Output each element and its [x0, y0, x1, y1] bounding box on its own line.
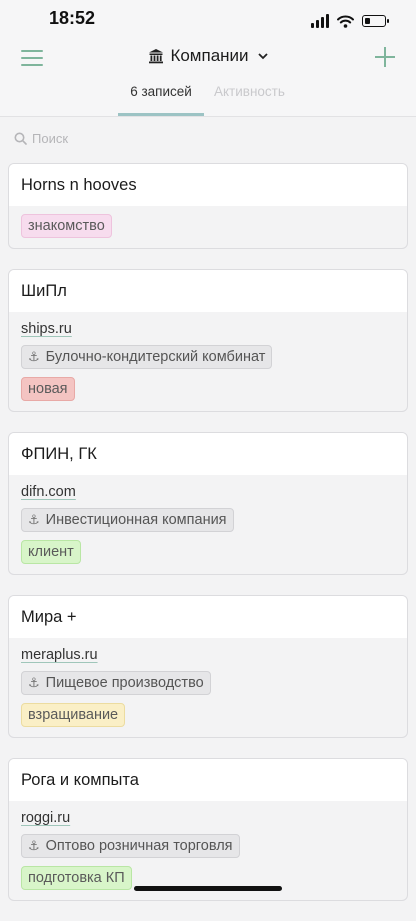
signal-icon: [311, 14, 329, 28]
tabs: 6 записей Активность: [0, 84, 416, 116]
industry-chip: ⚓ Булочно-кондитерский комбинат: [21, 345, 273, 369]
industry-label: Булочно-кондитерский комбинат: [45, 349, 266, 365]
company-domain-link[interactable]: roggi.ru: [21, 810, 70, 826]
search-input[interactable]: Поиск: [14, 131, 68, 146]
search-icon: [14, 132, 27, 145]
industry-chip: ⚓ Пищевое производство: [21, 671, 211, 695]
industry-label: Пищевое производство: [45, 675, 204, 691]
search-placeholder: Поиск: [32, 131, 69, 146]
page-title: Компании: [170, 46, 249, 65]
battery-icon: [362, 15, 389, 27]
status-badge: подготовка КП: [21, 866, 132, 890]
company-card[interactable]: ФПИН, ГК difn.com ⚓ Инвестиционная компания…: [8, 432, 408, 575]
industry-label: Инвестиционная компания: [45, 512, 227, 528]
company-list: Horns n hooves знакомство ШиПл ships.ru ⚓ Бул…: [8, 163, 408, 921]
company-name: Мира +: [9, 596, 407, 638]
card-details: meraplus.ru ⚓ Пищевое производство взращива…: [9, 638, 407, 737]
company-domain-link[interactable]: ships.ru: [21, 321, 72, 337]
company-domain-link[interactable]: meraplus.ru: [21, 647, 98, 663]
anchor-icon: ⚓: [28, 838, 40, 853]
card-details: ships.ru ⚓ Булочно-кондитерский комбинат но…: [9, 312, 407, 411]
company-name: Horns n hooves: [9, 164, 407, 206]
status-time: 18:52: [49, 8, 96, 28]
tab-activity[interactable]: Активность: [214, 84, 285, 99]
company-name: ФПИН, ГК: [9, 433, 407, 475]
card-details: знакомство: [9, 206, 407, 248]
industry-chip: ⚓ Инвестиционная компания: [21, 508, 234, 532]
wifi-icon: [337, 15, 354, 28]
company-card[interactable]: Horns n hooves знакомство: [8, 163, 408, 249]
status-badge: клиент: [21, 540, 81, 564]
industry-label: Оптово розничная торговля: [45, 838, 233, 854]
anchor-icon: ⚓: [28, 349, 40, 364]
nav-bar: Компании 6 записей Активность: [0, 40, 416, 117]
status-icons: [311, 14, 389, 28]
industry-chip: ⚓ Оптово розничная торговля: [21, 834, 240, 858]
company-domain-link[interactable]: difn.com: [21, 484, 76, 500]
anchor-icon: ⚓: [28, 512, 40, 527]
company-name: Рога и компыта: [9, 759, 407, 801]
status-bar: 18:52: [0, 0, 416, 40]
status-badge: знакомство: [21, 214, 112, 238]
status-badge: новая: [21, 377, 75, 401]
company-card[interactable]: Рога и компыта roggi.ru ⚓ Оптово розничная …: [8, 758, 408, 901]
tab-records[interactable]: 6 записей: [118, 84, 204, 116]
status-badge: взращивание: [21, 703, 126, 727]
company-card[interactable]: Мира + meraplus.ru ⚓ Пищевое производство вз…: [8, 595, 408, 738]
add-icon[interactable]: [374, 46, 396, 68]
company-card[interactable]: ШиПл ships.ru ⚓ Булочно-кондитерский комбин…: [8, 269, 408, 412]
company-name: ШиПл: [9, 270, 407, 312]
home-indicator: [134, 886, 282, 891]
bank-icon: [149, 49, 164, 64]
title-dropdown[interactable]: Компании: [0, 46, 416, 66]
chevron-down-icon: [257, 52, 268, 59]
anchor-icon: ⚓: [28, 675, 40, 690]
card-details: difn.com ⚓ Инвестиционная компания клиент: [9, 475, 407, 574]
